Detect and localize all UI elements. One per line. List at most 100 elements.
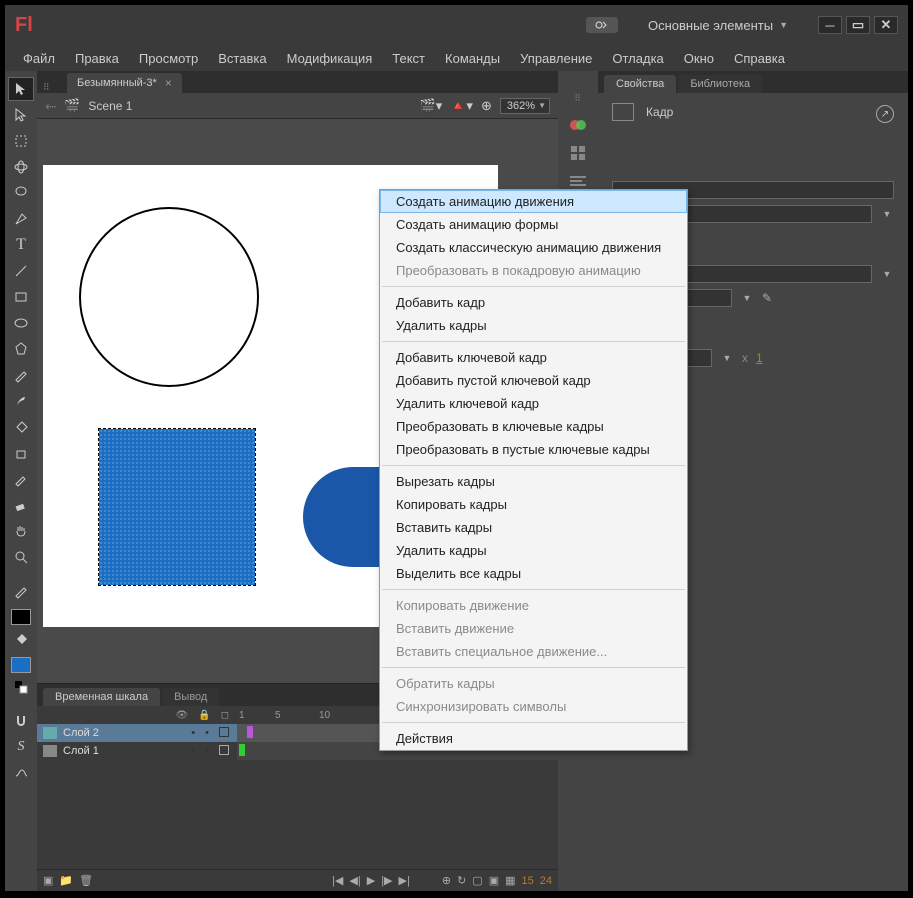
ctx-item[interactable]: Копировать кадры xyxy=(380,493,687,516)
delete-layer-button[interactable]: 🗑 xyxy=(79,874,93,887)
lasso-tool[interactable] xyxy=(8,181,34,205)
3d-rotation-tool[interactable] xyxy=(8,155,34,179)
next-frame-button[interactable]: |▶ xyxy=(381,874,392,887)
color-panel-icon[interactable] xyxy=(565,114,591,136)
maximize-button[interactable]: ▭ xyxy=(846,16,870,34)
oval-tool[interactable] xyxy=(8,311,34,335)
menu-control[interactable]: Управление xyxy=(510,48,602,69)
polystar-tool[interactable] xyxy=(8,337,34,361)
menu-window[interactable]: Окно xyxy=(674,48,724,69)
last-frame-button[interactable]: ▶| xyxy=(399,874,410,887)
ctx-item[interactable]: Действия xyxy=(380,727,687,750)
ctx-item[interactable]: Добавить ключевой кадр xyxy=(380,346,687,369)
layer-name: Слой 2 xyxy=(63,727,99,739)
pencil-tool[interactable] xyxy=(8,363,34,387)
minimize-button[interactable]: ─ xyxy=(818,16,842,34)
ctx-item[interactable]: Добавить кадр xyxy=(380,291,687,314)
x-value[interactable]: 1 xyxy=(756,351,763,365)
play-button[interactable]: ▶ xyxy=(367,874,375,887)
selection-tool[interactable] xyxy=(8,77,34,101)
hand-tool[interactable] xyxy=(8,519,34,543)
subselection-tool[interactable] xyxy=(8,103,34,127)
ctx-item: Вставить движение xyxy=(380,617,687,640)
ctx-item[interactable]: Добавить пустой ключевой кадр xyxy=(380,369,687,392)
scene-bar: ⬸ 🎬 Scene 1 🎬▾ 🔺▾ ⊕ 362% ▼ xyxy=(37,93,558,119)
rectangle-tool[interactable] xyxy=(8,285,34,309)
snap-tool[interactable] xyxy=(8,709,34,733)
line-tool[interactable] xyxy=(8,259,34,283)
ctx-item[interactable]: Удалить кадры xyxy=(380,314,687,337)
sync-settings-button[interactable] xyxy=(586,17,618,33)
stroke-swatch[interactable] xyxy=(11,609,31,625)
pencil-icon[interactable]: ✎ xyxy=(762,291,772,305)
ctx-item[interactable]: Создать анимацию движения xyxy=(380,190,687,213)
fill-color-tool[interactable] xyxy=(8,627,34,651)
first-frame-button[interactable]: |◀ xyxy=(332,874,343,887)
free-transform-tool[interactable] xyxy=(8,129,34,153)
onion-outline-button[interactable]: ▣ xyxy=(489,874,499,887)
ctx-item[interactable]: Создать классическую анимацию движения xyxy=(380,236,687,259)
stroke-color-tool[interactable] xyxy=(8,579,34,603)
smooth-tool[interactable]: S xyxy=(8,735,34,759)
menu-edit[interactable]: Правка xyxy=(65,48,129,69)
tab-properties[interactable]: Свойства xyxy=(604,75,676,93)
text-tool[interactable]: T xyxy=(8,233,34,257)
ctx-item[interactable]: Преобразовать в ключевые кадры xyxy=(380,415,687,438)
ctx-item[interactable]: Преобразовать в пустые ключевые кадры xyxy=(380,438,687,461)
prev-frame-button[interactable]: ◀| xyxy=(349,874,360,887)
menu-view[interactable]: Просмотр xyxy=(129,48,208,69)
visibility-icon[interactable]: 👁 xyxy=(176,710,189,721)
ctx-item[interactable]: Выделить все кадры xyxy=(380,562,687,585)
menu-file[interactable]: Файл xyxy=(13,48,65,69)
zoom-dropdown[interactable]: 362% ▼ xyxy=(500,98,550,114)
center-stage-icon[interactable]: ⊕ xyxy=(481,98,492,114)
sync-icon xyxy=(594,19,610,31)
eraser-tool[interactable] xyxy=(8,493,34,517)
ctx-item[interactable]: Удалить ключевой кадр xyxy=(380,392,687,415)
menu-commands[interactable]: Команды xyxy=(435,48,510,69)
outline-icon[interactable]: ◻ xyxy=(221,710,229,721)
center-frame-button[interactable]: ⊕ xyxy=(442,874,451,887)
paint-bucket-tool[interactable] xyxy=(8,415,34,439)
swatches-panel-icon[interactable] xyxy=(565,142,591,164)
loop-button[interactable]: ↻ xyxy=(457,874,466,887)
panel-grip-icon[interactable]: ⠿ xyxy=(574,93,582,104)
menu-help[interactable]: Справка xyxy=(724,48,795,69)
close-tab-icon[interactable]: × xyxy=(165,76,172,90)
ctx-item[interactable]: Вырезать кадры xyxy=(380,470,687,493)
ink-bottle-tool[interactable] xyxy=(8,441,34,465)
close-button[interactable]: ✕ xyxy=(874,16,898,34)
workspace-label: Основные элементы xyxy=(648,18,773,33)
new-layer-button[interactable]: ▣ xyxy=(43,874,53,887)
swap-colors-tool[interactable] xyxy=(8,675,34,699)
workspace-dropdown[interactable]: Основные элементы ▼ xyxy=(648,18,788,33)
zoom-tool[interactable] xyxy=(8,545,34,569)
edit-multiple-button[interactable]: ▦ xyxy=(505,874,515,887)
tab-output[interactable]: Вывод xyxy=(162,688,219,706)
ctx-item[interactable]: Создать анимацию формы xyxy=(380,213,687,236)
ctx-item[interactable]: Удалить кадры xyxy=(380,539,687,562)
eyedropper-tool[interactable] xyxy=(8,467,34,491)
menu-debug[interactable]: Отладка xyxy=(602,48,673,69)
edit-scene-icon[interactable]: 🎬▾ xyxy=(420,98,443,114)
drawn-circle[interactable] xyxy=(79,207,259,387)
edit-symbols-icon[interactable]: 🔺▾ xyxy=(450,98,473,114)
pen-tool[interactable] xyxy=(8,207,34,231)
document-tab[interactable]: Безымянный-3* × xyxy=(67,73,182,93)
onion-skin-button[interactable]: ▢ xyxy=(472,874,482,887)
menu-text[interactable]: Текст xyxy=(382,48,435,69)
tab-timeline[interactable]: Временная шкала xyxy=(43,688,160,706)
tab-library[interactable]: Библиотека xyxy=(678,75,762,93)
panel-grip-icon[interactable]: ⠿ xyxy=(43,82,67,93)
selected-rectangle[interactable] xyxy=(99,429,255,585)
brush-tool[interactable] xyxy=(8,389,34,413)
lock-icon[interactable]: 🔒 xyxy=(198,710,210,721)
fill-swatch[interactable] xyxy=(11,657,31,673)
ctx-item[interactable]: Вставить кадры xyxy=(380,516,687,539)
menu-insert[interactable]: Вставка xyxy=(208,48,276,69)
menu-modify[interactable]: Модификация xyxy=(277,48,383,69)
straighten-tool[interactable] xyxy=(8,761,34,785)
info-link-icon[interactable]: ↗ xyxy=(876,105,894,123)
new-folder-button[interactable]: 📁 xyxy=(59,874,73,887)
nav-back-icon[interactable]: ⬸ xyxy=(45,97,56,114)
